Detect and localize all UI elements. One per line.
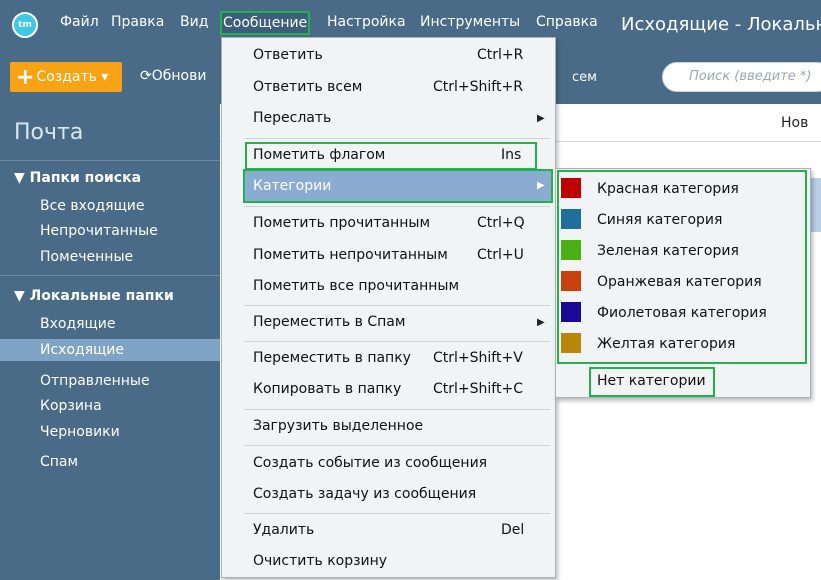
tree-header-label: Папки поиска	[29, 170, 142, 186]
sidebar-divider	[0, 160, 220, 161]
menu-message[interactable]: Сообщение	[220, 11, 311, 35]
shortcut-reply-all: Ctrl+Shift+R	[433, 79, 523, 95]
create-button[interactable]: + Создать ▾	[10, 62, 122, 92]
tree-item-drafts[interactable]: Черновики	[0, 421, 220, 443]
tree-header-local-folders[interactable]: ▼ Локальные папки	[14, 288, 174, 304]
menu-item-flag[interactable]: Пометить флагом	[253, 147, 385, 163]
menu-tools[interactable]: Инструменты	[420, 14, 520, 30]
shortcut-reply: Ctrl+R	[477, 47, 524, 63]
color-swatch-red-icon	[561, 178, 581, 198]
menu-item-categories-label: Категории	[253, 178, 332, 194]
tree-item-sent[interactable]: Отправленные	[0, 370, 220, 392]
triangle-down-icon: ▼	[14, 288, 25, 304]
menu-separator	[244, 445, 550, 446]
refresh-icon: ⟳	[140, 68, 152, 84]
category-item-purple[interactable]: Фиолетовая категория	[597, 305, 767, 321]
menu-item-empty-trash[interactable]: Очистить корзину	[253, 553, 387, 569]
submenu-arrow-icon: ▶	[537, 317, 545, 328]
menu-item-mark-all-read[interactable]: Пометить все прочитанным	[253, 278, 459, 294]
color-swatch-green-icon	[561, 240, 581, 260]
menu-item-move-folder[interactable]: Переместить в папку	[253, 350, 411, 366]
menu-separator	[244, 409, 550, 410]
menu-item-mark-unread[interactable]: Пометить непрочитанным	[253, 247, 448, 263]
menu-item-create-task[interactable]: Создать задачу из сообщения	[253, 486, 476, 502]
window-title: Исходящие - Локальн	[621, 14, 821, 35]
menu-help[interactable]: Справка	[536, 14, 598, 30]
menu-view[interactable]: Вид	[180, 14, 208, 30]
tree-header-search-folders[interactable]: ▼ Папки поиска	[14, 170, 141, 186]
shortcut-move-folder: Ctrl+Shift+V	[433, 350, 523, 366]
submenu-arrow-icon: ▶	[537, 180, 545, 191]
category-item-yellow[interactable]: Желтая категория	[597, 336, 735, 352]
menu-settings[interactable]: Настройка	[327, 14, 406, 30]
tree-item-flagged[interactable]: Помеченные	[0, 246, 220, 268]
refresh-button[interactable]: ⟳Обнови	[140, 68, 206, 84]
menu-edit[interactable]: Правка	[111, 14, 164, 30]
column-header-new[interactable]: Нов	[781, 115, 808, 131]
menu-item-mark-read[interactable]: Пометить прочитанным	[253, 215, 430, 231]
plus-icon: +	[16, 65, 35, 90]
chevron-down-icon: ▾	[101, 69, 109, 85]
search-input[interactable]: Поиск (введите *)	[662, 62, 821, 92]
refresh-button-label: Обнови	[151, 68, 207, 84]
menu-file[interactable]: Файл	[60, 14, 99, 30]
menu-item-download-selected[interactable]: Загрузить выделенное	[253, 418, 423, 434]
menu-separator	[244, 305, 550, 306]
tree-item-trash[interactable]: Корзина	[0, 395, 220, 417]
categories-highlight-box	[557, 170, 807, 364]
triangle-down-icon: ▼	[14, 170, 25, 186]
sidebar-title: Почта	[14, 120, 84, 145]
app-logo-icon: tm	[12, 12, 38, 38]
menu-item-copy-folder[interactable]: Копировать в папку	[253, 381, 401, 397]
tree-item-outbox[interactable]: Исходящие	[0, 339, 220, 361]
category-item-red[interactable]: Красная категория	[597, 181, 739, 197]
create-button-label: Создать	[36, 69, 97, 85]
shortcut-delete: Del	[501, 522, 525, 538]
tree-header-label: Локальные папки	[29, 288, 174, 304]
shortcut-mark-read: Ctrl+Q	[477, 215, 525, 231]
shortcut-flag: Ins	[501, 147, 522, 163]
category-item-none[interactable]: Нет категории	[597, 373, 706, 389]
menu-separator	[244, 138, 550, 139]
tree-item-all-inbox[interactable]: Все входящие	[0, 195, 220, 217]
color-swatch-yellow-icon	[561, 333, 581, 353]
menu-separator	[244, 341, 550, 342]
menu-item-forward[interactable]: Переслать	[253, 110, 331, 126]
menu-item-reply[interactable]: Ответить	[253, 47, 323, 63]
tree-item-unread[interactable]: Непрочитанные	[0, 220, 220, 242]
menu-item-move-spam[interactable]: Переместить в Спам	[253, 314, 405, 330]
category-item-green[interactable]: Зеленая категория	[597, 243, 739, 259]
color-swatch-purple-icon	[561, 302, 581, 322]
tree-item-spam[interactable]: Спам	[0, 451, 220, 473]
shortcut-mark-unread: Ctrl+U	[477, 247, 524, 263]
menu-separator	[244, 513, 550, 514]
tree-item-inbox[interactable]: Входящие	[0, 313, 220, 335]
sidebar-divider	[0, 275, 220, 276]
submenu-arrow-icon: ▶	[537, 113, 545, 124]
category-item-blue[interactable]: Синяя категория	[597, 212, 722, 228]
menu-item-delete[interactable]: Удалить	[253, 522, 314, 538]
menu-item-reply-all[interactable]: Ответить всем	[253, 79, 362, 95]
category-item-orange[interactable]: Оранжевая категория	[597, 274, 762, 290]
menu-item-create-event[interactable]: Создать событие из сообщения	[253, 455, 487, 471]
menu-separator	[244, 206, 550, 207]
toolbar-cut-label: сем	[572, 70, 597, 85]
shortcut-copy-folder: Ctrl+Shift+C	[433, 381, 523, 397]
color-swatch-blue-icon	[561, 209, 581, 229]
color-swatch-orange-icon	[561, 271, 581, 291]
